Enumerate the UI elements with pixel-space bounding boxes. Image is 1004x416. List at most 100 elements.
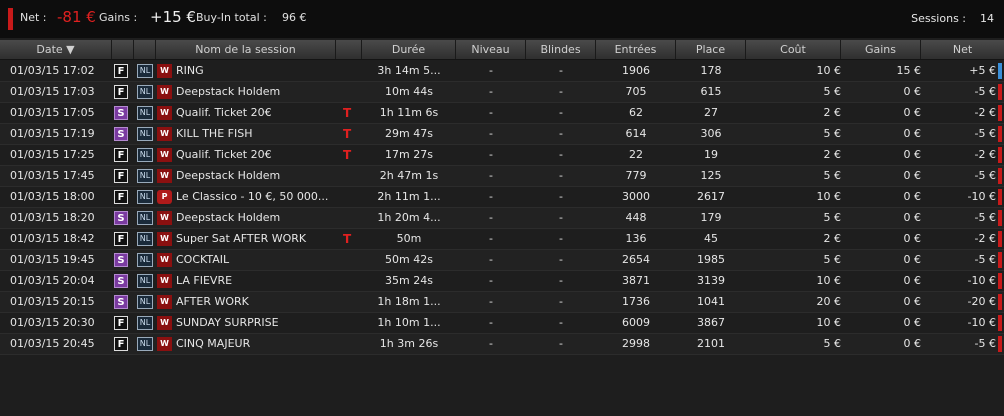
session-name: Deepstack Holdem [176, 211, 281, 224]
room-icon: W [157, 211, 172, 225]
negative-net-marker [998, 252, 1002, 268]
table-row[interactable]: 01/03/15 18:42 F NL W Super Sat AFTER WORK T 5… [0, 229, 1004, 250]
table-row[interactable]: 01/03/15 20:45 F NL W CINQ MAJEUR 1h 3m 26s - -… [0, 334, 1004, 355]
duration-cell: 50m 42s [385, 253, 433, 266]
session-name: AFTER WORK [176, 295, 249, 308]
date-cell: 01/03/15 18:42 [10, 232, 95, 245]
limit-badge: NL [137, 316, 153, 330]
net-cell: -5 € [974, 127, 996, 140]
col-type[interactable] [112, 40, 134, 59]
blinds-cell: - [559, 274, 563, 287]
gains-cell: 0 € [903, 169, 922, 182]
net-cell: -2 € [974, 232, 996, 245]
blinds-cell: - [559, 316, 563, 329]
col-ticket[interactable] [336, 40, 362, 59]
cost-cell: 10 € [816, 274, 842, 287]
duration-cell: 50m [396, 232, 422, 245]
table-row[interactable]: 01/03/15 17:02 F NL W RING 3h 14m 5... - - 1906 1… [0, 61, 1004, 82]
buyin-value: 96 € [282, 11, 307, 24]
ticket-icon [343, 187, 353, 207]
session-name: Qualif. Ticket 20€ [176, 106, 272, 119]
place-cell: 19 [704, 148, 718, 161]
entries-cell: 6009 [622, 316, 650, 329]
session-name: Super Sat AFTER WORK [176, 232, 307, 245]
game-type-badge: F [114, 148, 128, 162]
level-cell: - [489, 211, 493, 224]
col-date[interactable]: Date ▼ [0, 40, 112, 59]
table-row[interactable]: 01/03/15 17:05 S NL W Qualif. Ticket 20€ T 1h … [0, 103, 1004, 124]
session-name: RING [176, 64, 204, 77]
entries-cell: 779 [625, 169, 647, 182]
ticket-icon: T [343, 106, 352, 120]
col-net[interactable]: Net [921, 40, 1004, 59]
limit-badge: NL [137, 148, 153, 162]
level-cell: - [489, 274, 493, 287]
blinds-cell: - [559, 64, 563, 77]
entries-cell: 614 [625, 127, 647, 140]
col-entries[interactable]: Entrées [596, 40, 676, 59]
gains-cell: 0 € [903, 148, 922, 161]
ticket-icon [343, 334, 353, 354]
date-cell: 01/03/15 20:30 [10, 316, 95, 329]
duration-cell: 1h 20m 4... [377, 211, 441, 224]
room-icon: W [157, 232, 172, 246]
level-cell: - [489, 232, 493, 245]
session-name: SUNDAY SURPRISE [176, 316, 279, 329]
session-name: Qualif. Ticket 20€ [176, 148, 272, 161]
table-row[interactable]: 01/03/15 18:00 F NL P Le Classico - 10 €, 50… [0, 187, 1004, 208]
ticket-icon: T [343, 127, 352, 141]
place-cell: 615 [700, 85, 722, 98]
place-cell: 27 [704, 106, 718, 119]
table-row[interactable]: 01/03/15 17:45 F NL W Deepstack Holdem 2h 47m… [0, 166, 1004, 187]
room-icon: W [157, 64, 172, 78]
col-place[interactable]: Place [676, 40, 746, 59]
cost-cell: 10 € [816, 64, 842, 77]
ticket-icon [343, 61, 353, 81]
ticket-icon: T [343, 232, 352, 246]
level-cell: - [489, 64, 493, 77]
table-row[interactable]: 01/03/15 17:25 F NL W Qualif. Ticket 20€ T 17m… [0, 145, 1004, 166]
room-icon: W [157, 106, 172, 120]
ticket-icon [343, 166, 353, 186]
net-cell: -5 € [974, 169, 996, 182]
col-name[interactable]: Nom de la session [156, 40, 336, 59]
table-row[interactable]: 01/03/15 20:30 F NL W SUNDAY SURPRISE 1h 10m … [0, 313, 1004, 334]
sessions-value: 14 [980, 12, 994, 25]
col-blinds[interactable]: Blindes [526, 40, 596, 59]
table-row[interactable]: 01/03/15 17:19 S NL W KILL THE FISH T 29m 47s -… [0, 124, 1004, 145]
session-name: CINQ MAJEUR [176, 337, 251, 350]
col-level[interactable]: Niveau [456, 40, 526, 59]
place-cell: 178 [700, 64, 722, 77]
table-row[interactable]: 01/03/15 18:20 S NL W Deepstack Holdem 1h 20m… [0, 208, 1004, 229]
net-cell: +5 € [969, 64, 996, 77]
table-row[interactable]: 01/03/15 19:45 S NL W COCKTAIL 50m 42s - - 2654 1… [0, 250, 1004, 271]
col-limit[interactable] [134, 40, 156, 59]
duration-cell: 1h 18m 1... [377, 295, 441, 308]
negative-net-marker [998, 147, 1002, 163]
table-row[interactable]: 01/03/15 20:04 S NL W LA FIEVRE 35m 24s - - 3871… [0, 271, 1004, 292]
place-cell: 306 [700, 127, 722, 140]
cost-cell: 5 € [823, 337, 842, 350]
session-name: Le Classico - 10 €, 50 000... [176, 190, 329, 203]
col-gains[interactable]: Gains [841, 40, 921, 59]
level-cell: - [489, 190, 493, 203]
room-icon: P [157, 190, 172, 204]
gains-value: +15 € [150, 8, 196, 26]
duration-cell: 2h 47m 1s [379, 169, 439, 182]
col-cost[interactable]: Coût [746, 40, 841, 59]
room-icon: W [157, 148, 172, 162]
game-type-badge: S [114, 211, 128, 225]
table-row[interactable]: 01/03/15 20:15 S NL W AFTER WORK 1h 18m 1... -… [0, 292, 1004, 313]
col-duration[interactable]: Durée [362, 40, 456, 59]
ticket-icon [343, 208, 353, 228]
entries-cell: 2654 [622, 253, 650, 266]
date-cell: 01/03/15 20:45 [10, 337, 95, 350]
duration-cell: 17m 27s [385, 148, 433, 161]
limit-badge: NL [137, 190, 153, 204]
room-icon: W [157, 337, 172, 351]
game-type-badge: S [114, 127, 128, 141]
negative-net-marker [998, 105, 1002, 121]
table-row[interactable]: 01/03/15 17:03 F NL W Deepstack Holdem 10m 44… [0, 82, 1004, 103]
duration-cell: 3h 14m 5... [377, 64, 441, 77]
gains-cell: 0 € [903, 106, 922, 119]
